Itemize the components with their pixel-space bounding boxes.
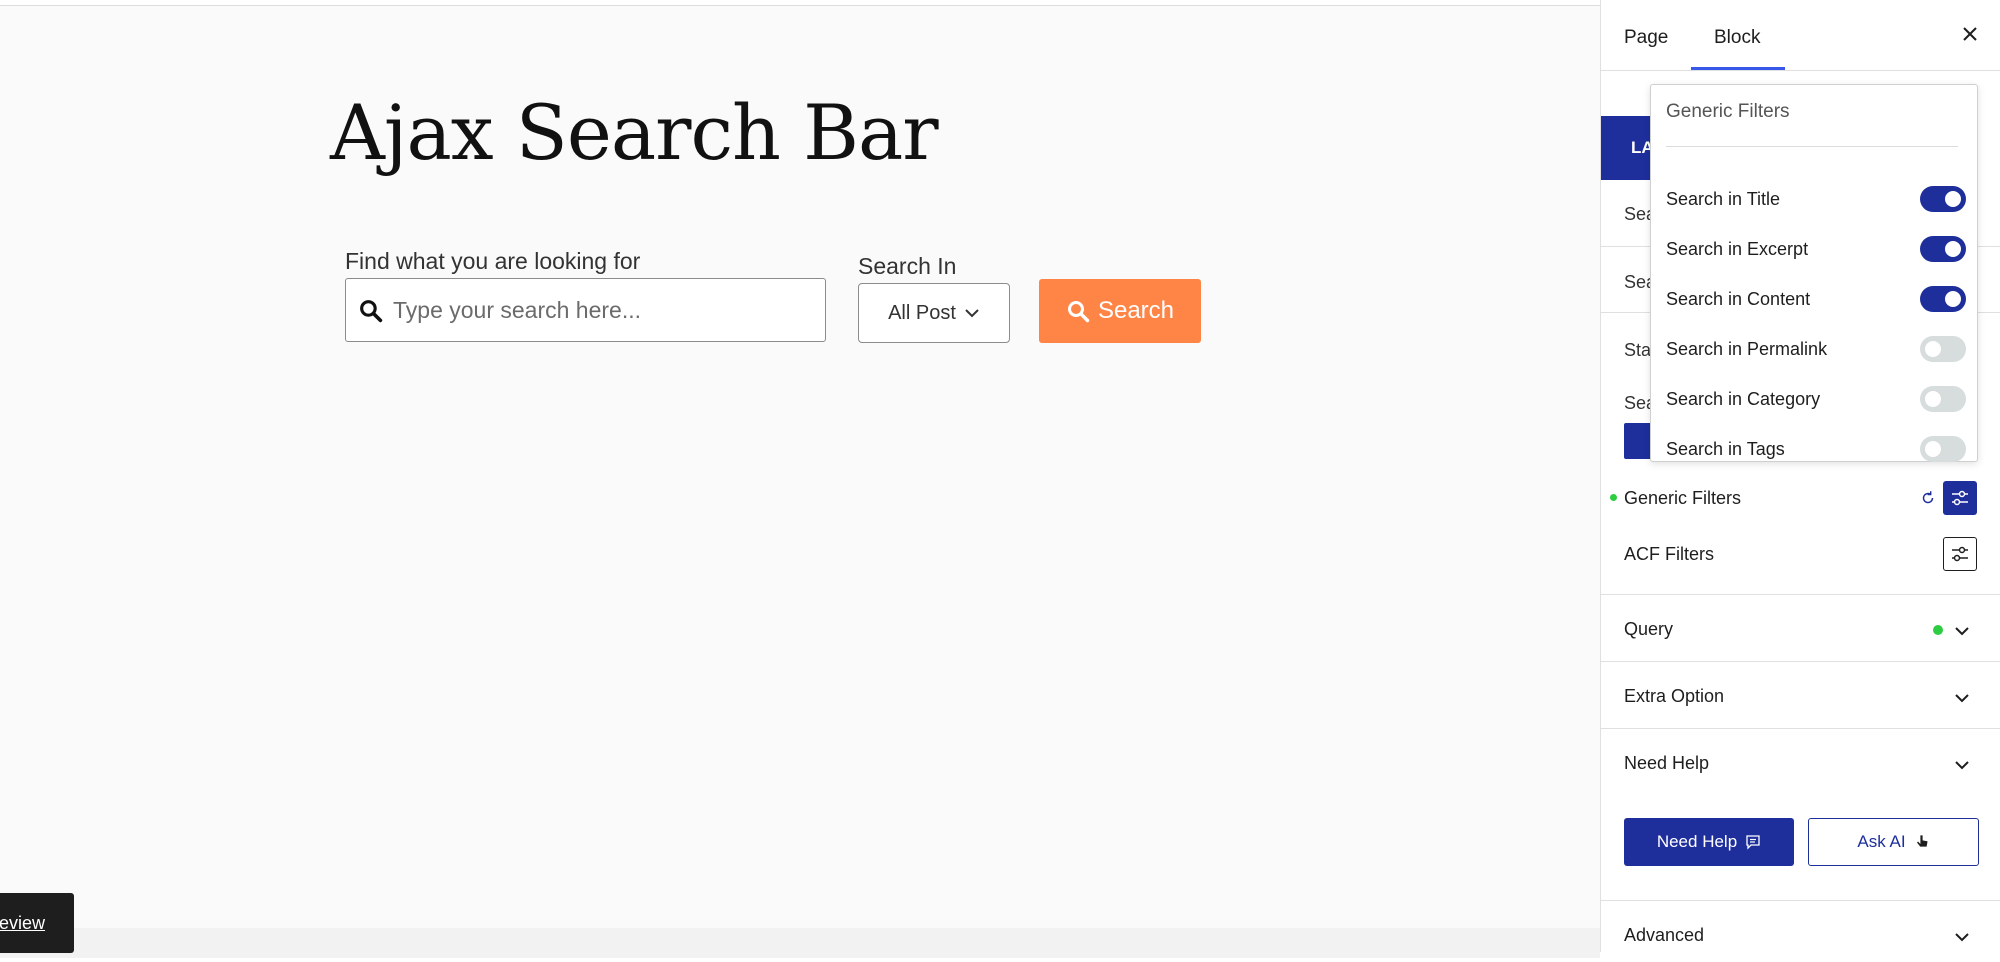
toggle-switch[interactable] (1920, 236, 1966, 262)
chevron-down-icon (1955, 933, 1969, 942)
filter-settings-icon (1952, 490, 1968, 506)
need-help-button[interactable]: Need Help (1624, 818, 1794, 866)
panel-divider (1601, 900, 2000, 901)
post-type-select[interactable]: All Post (858, 283, 1010, 343)
toggle-label: Search in Tags (1666, 438, 1785, 459)
generic-filters-button[interactable] (1943, 481, 1977, 515)
search-in-label: Search In (858, 253, 957, 279)
toggle-label: Search in Title (1666, 188, 1781, 209)
search-input[interactable] (391, 295, 815, 325)
toggle-switch[interactable] (1920, 286, 1966, 312)
search-button-label: Search (1097, 297, 1175, 324)
chevron-down-icon (965, 309, 979, 318)
reset-icon[interactable] (1919, 489, 1937, 507)
modified-dot (1610, 494, 1617, 501)
preview-button-label: eview (0, 912, 45, 933)
acf-filters-button[interactable] (1943, 537, 1977, 571)
panel-divider (1601, 728, 2000, 729)
toggle-knob (1925, 341, 1941, 357)
chevron-down-icon (1955, 694, 1969, 703)
preview-button[interactable]: eview (0, 893, 74, 953)
need-help-panel-title: Need Help (1624, 753, 1710, 773)
modified-dot (1933, 625, 1943, 635)
search-icon (360, 299, 383, 322)
toggle-label: Search in Permalink (1666, 338, 1828, 359)
hidden-row-3: Sta (1624, 340, 1652, 360)
toggle-knob (1925, 391, 1941, 407)
chevron-down-icon (1955, 627, 1969, 636)
popover-divider (1666, 146, 1958, 147)
search-button[interactable]: Search (1039, 279, 1201, 343)
canvas-footer-strip (0, 928, 1600, 958)
post-type-selected-value: All Post (888, 301, 956, 324)
advanced-panel-title: Advanced (1624, 925, 1705, 945)
filter-settings-icon (1952, 546, 1968, 562)
chat-bubble-icon (1746, 835, 1760, 850)
extra-option-panel-title: Extra Option (1624, 686, 1725, 706)
page-title[interactable]: Ajax Search Bar (330, 88, 939, 177)
toggle-search-in-category[interactable]: Search in Category (1666, 384, 1966, 414)
toggle-search-in-title[interactable]: Search in Title (1666, 184, 1966, 214)
tab-page[interactable]: Page (1624, 27, 1668, 49)
toggle-search-in-excerpt[interactable]: Search in Excerpt (1666, 234, 1966, 264)
tabs-divider (1601, 70, 2000, 71)
toggle-label: Search in Content (1666, 288, 1811, 309)
panel-divider (1601, 661, 2000, 662)
toggle-switch[interactable] (1920, 436, 1966, 462)
close-icon[interactable] (1958, 22, 1982, 46)
toggle-label: Search in Category (1666, 388, 1821, 409)
toggle-search-in-tags[interactable]: Search in Tags (1666, 434, 1966, 464)
toggle-switch[interactable] (1920, 186, 1966, 212)
hand-cursor-icon (1915, 834, 1929, 848)
search-icon (1067, 301, 1090, 323)
popover-title: Generic Filters (1666, 101, 1790, 122)
need-help-button-label: Need Help (1656, 832, 1738, 851)
toggle-knob (1925, 441, 1941, 457)
ask-ai-button-label: Ask AI (1857, 832, 1906, 851)
acf-filters-label: ACF Filters (1624, 544, 1714, 564)
chevron-down-icon (1955, 761, 1969, 770)
search-field-label: Find what you are looking for (345, 248, 641, 274)
toggle-knob (1945, 241, 1961, 257)
toggle-knob (1945, 291, 1961, 307)
panel-divider (1601, 594, 2000, 595)
query-panel-title: Query (1624, 619, 1674, 639)
toggle-search-in-permalink[interactable]: Search in Permalink (1666, 334, 1966, 364)
generic-filters-popover: Generic Filters Search in Title Search i… (1650, 84, 1978, 462)
toggle-knob (1945, 191, 1961, 207)
toggle-switch[interactable] (1920, 386, 1966, 412)
generic-filters-label: Generic Filters (1624, 488, 1742, 508)
search-input-wrapper[interactable] (345, 278, 826, 342)
toggle-search-in-content[interactable]: Search in Content (1666, 284, 1966, 314)
toggle-switch[interactable] (1920, 336, 1966, 362)
toggle-label: Search in Excerpt (1666, 238, 1809, 259)
tab-block[interactable]: Block (1714, 27, 1760, 49)
ask-ai-button[interactable]: Ask AI (1808, 818, 1979, 866)
